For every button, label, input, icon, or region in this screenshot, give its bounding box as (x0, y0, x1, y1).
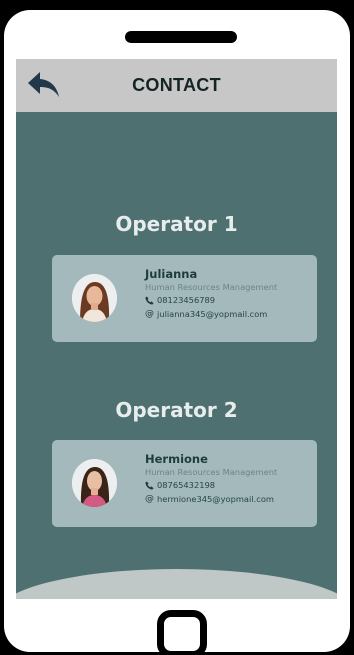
phone-frame: CONTACT Operator 1 Julianna Human Resour… (4, 10, 350, 655)
operator-name: Julianna (145, 267, 198, 281)
page-title: CONTACT (132, 75, 221, 95)
phone-icon (145, 295, 157, 305)
phone-row[interactable]: 08765432198 (145, 478, 311, 492)
operator-role: Human Resources Management (145, 282, 278, 292)
email-row[interactable]: @ hermione345@yopmail.com (145, 492, 311, 506)
avatar (72, 459, 117, 507)
operator-email: julianna345@yopmail.com (157, 309, 268, 319)
operator-phone: 08123456789 (157, 295, 216, 305)
operator-2-title: Operator 2 (115, 398, 238, 422)
operator-email: hermione345@yopmail.com (157, 494, 274, 504)
app-screen: CONTACT Operator 1 Julianna Human Resour… (16, 59, 337, 599)
app-header: CONTACT (16, 59, 337, 112)
bottom-wave-decoration (16, 569, 337, 599)
operator-2-card[interactable]: Hermione Human Resources Management 0876… (52, 440, 317, 527)
back-button[interactable] (24, 67, 64, 103)
phone-icon (145, 480, 157, 490)
operator-phone: 08765432198 (157, 480, 216, 490)
operator-1-title: Operator 1 (115, 212, 238, 236)
phone-row[interactable]: 08123456789 (145, 293, 311, 307)
at-icon: @ (145, 309, 154, 319)
home-button-icon[interactable] (157, 610, 207, 655)
phone-speaker (125, 31, 237, 43)
avatar (72, 274, 117, 322)
operator-name: Hermione (145, 452, 208, 466)
at-icon: @ (145, 494, 154, 504)
operator-1-card[interactable]: Julianna Human Resources Management 0812… (52, 255, 317, 342)
back-arrow-icon (28, 72, 59, 97)
operator-role: Human Resources Management (145, 467, 278, 477)
email-row[interactable]: @ julianna345@yopmail.com (145, 307, 311, 321)
